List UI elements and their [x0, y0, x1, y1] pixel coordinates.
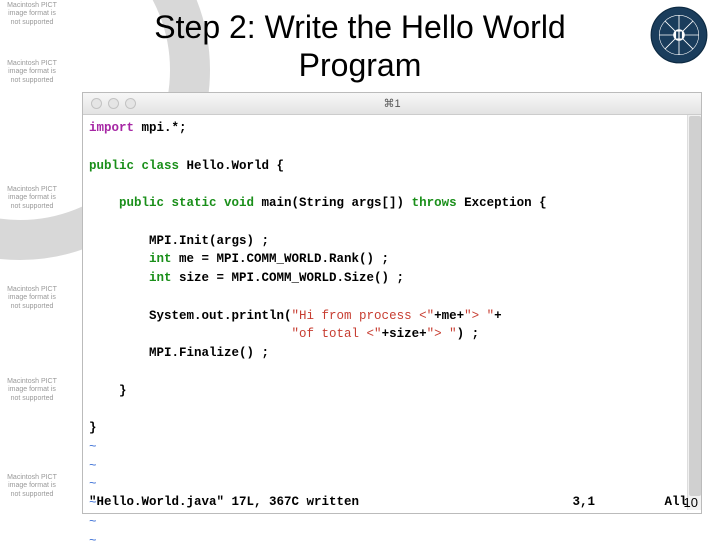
string-literal: "> " [427, 327, 457, 341]
window-controls [83, 98, 136, 109]
code-line: MPI.Finalize() ; [89, 346, 269, 360]
code-text: System.out.println( [89, 309, 292, 323]
indent [89, 327, 292, 341]
string-literal: "> " [464, 309, 494, 323]
brace: } [89, 384, 127, 398]
status-message: "Hello.World.java" 17L, 367C written [89, 495, 359, 509]
string-literal: "of total <" [292, 327, 382, 341]
brace: } [89, 421, 97, 435]
close-icon[interactable] [91, 98, 102, 109]
pict-placeholder: Macintosh PICT image format is not suppo… [4, 286, 60, 311]
vertical-scrollbar[interactable] [687, 115, 701, 510]
scroll-thumb[interactable] [689, 116, 701, 496]
code-text: ) ; [457, 327, 480, 341]
kw-int: int [89, 252, 172, 266]
vim-tilde: ~ [89, 477, 97, 491]
vim-tilde: ~ [89, 440, 97, 454]
code-text: +me+ [434, 309, 464, 323]
pict-placeholder: Macintosh PICT image format is not suppo… [4, 60, 60, 85]
title-line-1: Step 2: Write the Hello World [154, 9, 565, 45]
string-literal: "Hi from process <" [292, 309, 435, 323]
vim-tilde: ~ [89, 534, 97, 548]
pict-placeholder: Macintosh PICT image format is not suppo… [4, 186, 60, 211]
zoom-icon[interactable] [125, 98, 136, 109]
kw-throws: throws [412, 196, 457, 210]
vim-statusbar: "Hello.World.java" 17L, 367C written 3,1… [89, 495, 695, 509]
cursor-position: 3,1 [572, 495, 595, 509]
slide-title: Step 2: Write the Hello World Program [0, 0, 720, 89]
kw-method-sig: public static void [89, 196, 254, 210]
code-text: +size+ [382, 327, 427, 341]
slide-number: 10 [684, 495, 698, 510]
institution-seal-icon [650, 6, 708, 64]
method-name: main(String args[]) [254, 196, 412, 210]
vim-tilde: ~ [89, 515, 97, 529]
class-name: Hello.World { [179, 159, 284, 173]
title-line-2: Program [299, 47, 422, 83]
code-text: mpi.*; [134, 121, 187, 135]
pict-placeholder: Macintosh PICT image format is not suppo… [4, 474, 60, 499]
exception: Exception { [457, 196, 547, 210]
code-text: me = MPI.COMM_WORLD.Rank() ; [172, 252, 390, 266]
code-text: + [494, 309, 502, 323]
window-title: ⌘1 [383, 97, 400, 110]
pict-placeholder: Macintosh PICT image format is not suppo… [4, 378, 60, 403]
code-editor[interactable]: import mpi.*; public class Hello.World {… [83, 115, 701, 554]
pict-placeholder: Macintosh PICT image format is not suppo… [4, 2, 60, 27]
kw-import: import [89, 121, 134, 135]
editor-window: ⌘1 import mpi.*; public class Hello.Worl… [82, 92, 702, 514]
code-text: size = MPI.COMM_WORLD.Size() ; [172, 271, 405, 285]
minimize-icon[interactable] [108, 98, 119, 109]
kw-public-class: public class [89, 159, 179, 173]
kw-int: int [89, 271, 172, 285]
vim-tilde: ~ [89, 459, 97, 473]
window-titlebar[interactable]: ⌘1 [83, 93, 701, 115]
code-line: MPI.Init(args) ; [89, 234, 269, 248]
